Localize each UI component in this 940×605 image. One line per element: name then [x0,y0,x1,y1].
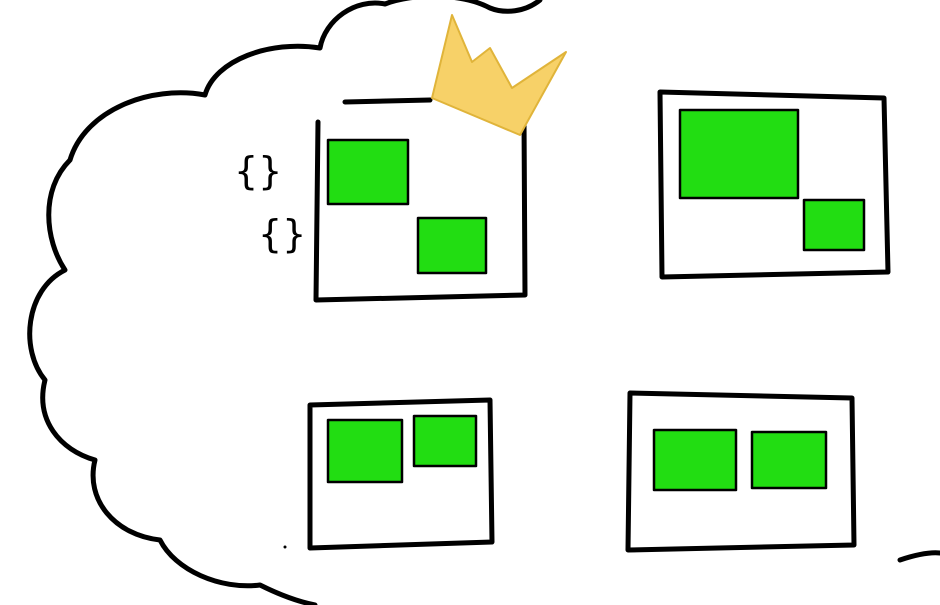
cloud-outline-right [897,550,940,563]
green-block [412,414,478,468]
cloud-diagram: {} {} [27,0,940,605]
crown-icon [431,14,567,136]
green-block [326,138,410,206]
green-block [416,216,488,275]
green-block [802,198,866,252]
window-bottom-right [625,390,857,553]
window-bottom-left [307,397,495,551]
brace-annotation: {} [234,149,282,193]
green-block [750,430,828,490]
window-top-right [657,89,891,280]
window-top-left [313,97,528,303]
green-block [326,418,404,484]
green-block [652,428,738,492]
stray-dot [283,545,287,549]
green-block [678,108,800,200]
brace-annotation: {} [258,212,306,256]
